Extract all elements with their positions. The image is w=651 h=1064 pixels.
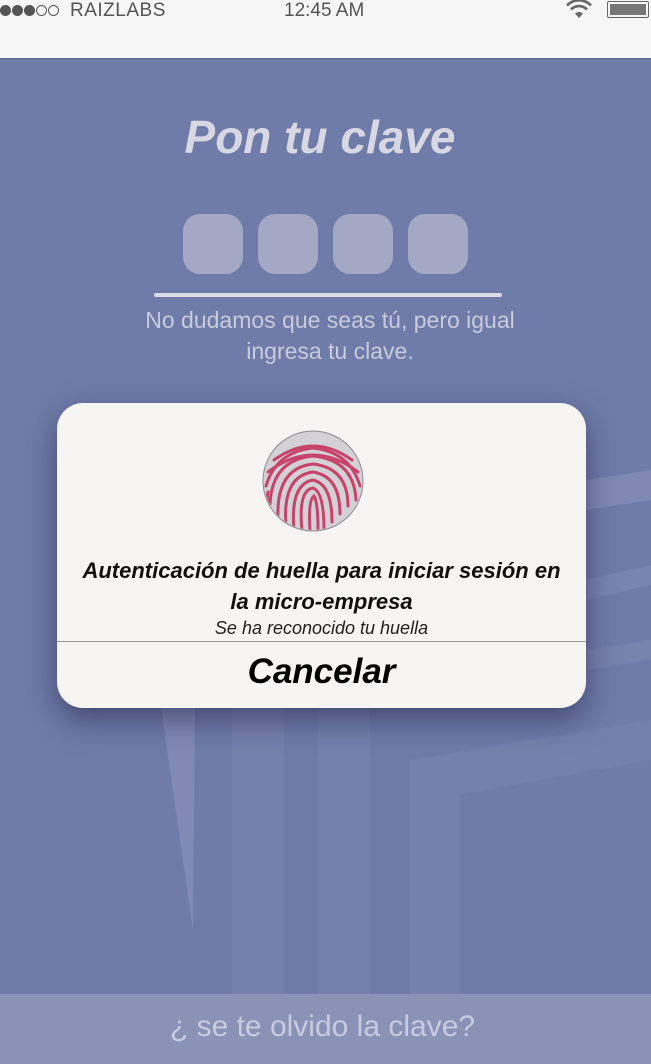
login-subtitle: No dudamos que seas tú, pero igual ingre… <box>145 307 515 364</box>
signal-strength-icon <box>0 3 59 17</box>
dialog-title: Autenticación de huella para iniciar ses… <box>82 558 561 614</box>
page-title: Pon tu clave <box>184 111 456 163</box>
pin-underline <box>154 293 502 297</box>
cancel-button[interactable]: Cancelar <box>57 643 586 703</box>
fingerprint-icon <box>262 430 364 532</box>
pin-digit-2[interactable] <box>258 214 318 274</box>
status-bar: RAIZLABS 12:45 AM <box>0 0 651 59</box>
carrier-name: RAIZLABS <box>70 0 166 21</box>
status-time: 12:45 AM <box>284 0 365 21</box>
wifi-icon <box>566 0 592 18</box>
dialog-status: Se ha reconocido tu huella <box>214 618 429 638</box>
pin-digit-4[interactable] <box>408 214 468 274</box>
footer-bar: ¿ se te olvido la clave? <box>0 994 651 1064</box>
forgot-password-link[interactable]: ¿ se te olvido la clave? <box>0 994 645 1060</box>
pin-input[interactable] <box>183 214 468 274</box>
pin-digit-3[interactable] <box>333 214 393 274</box>
battery-icon <box>607 1 649 18</box>
fingerprint-dialog: Autenticación de huella para iniciar ses… <box>57 403 586 708</box>
dialog-divider <box>57 641 586 642</box>
pin-digit-1[interactable] <box>183 214 243 274</box>
